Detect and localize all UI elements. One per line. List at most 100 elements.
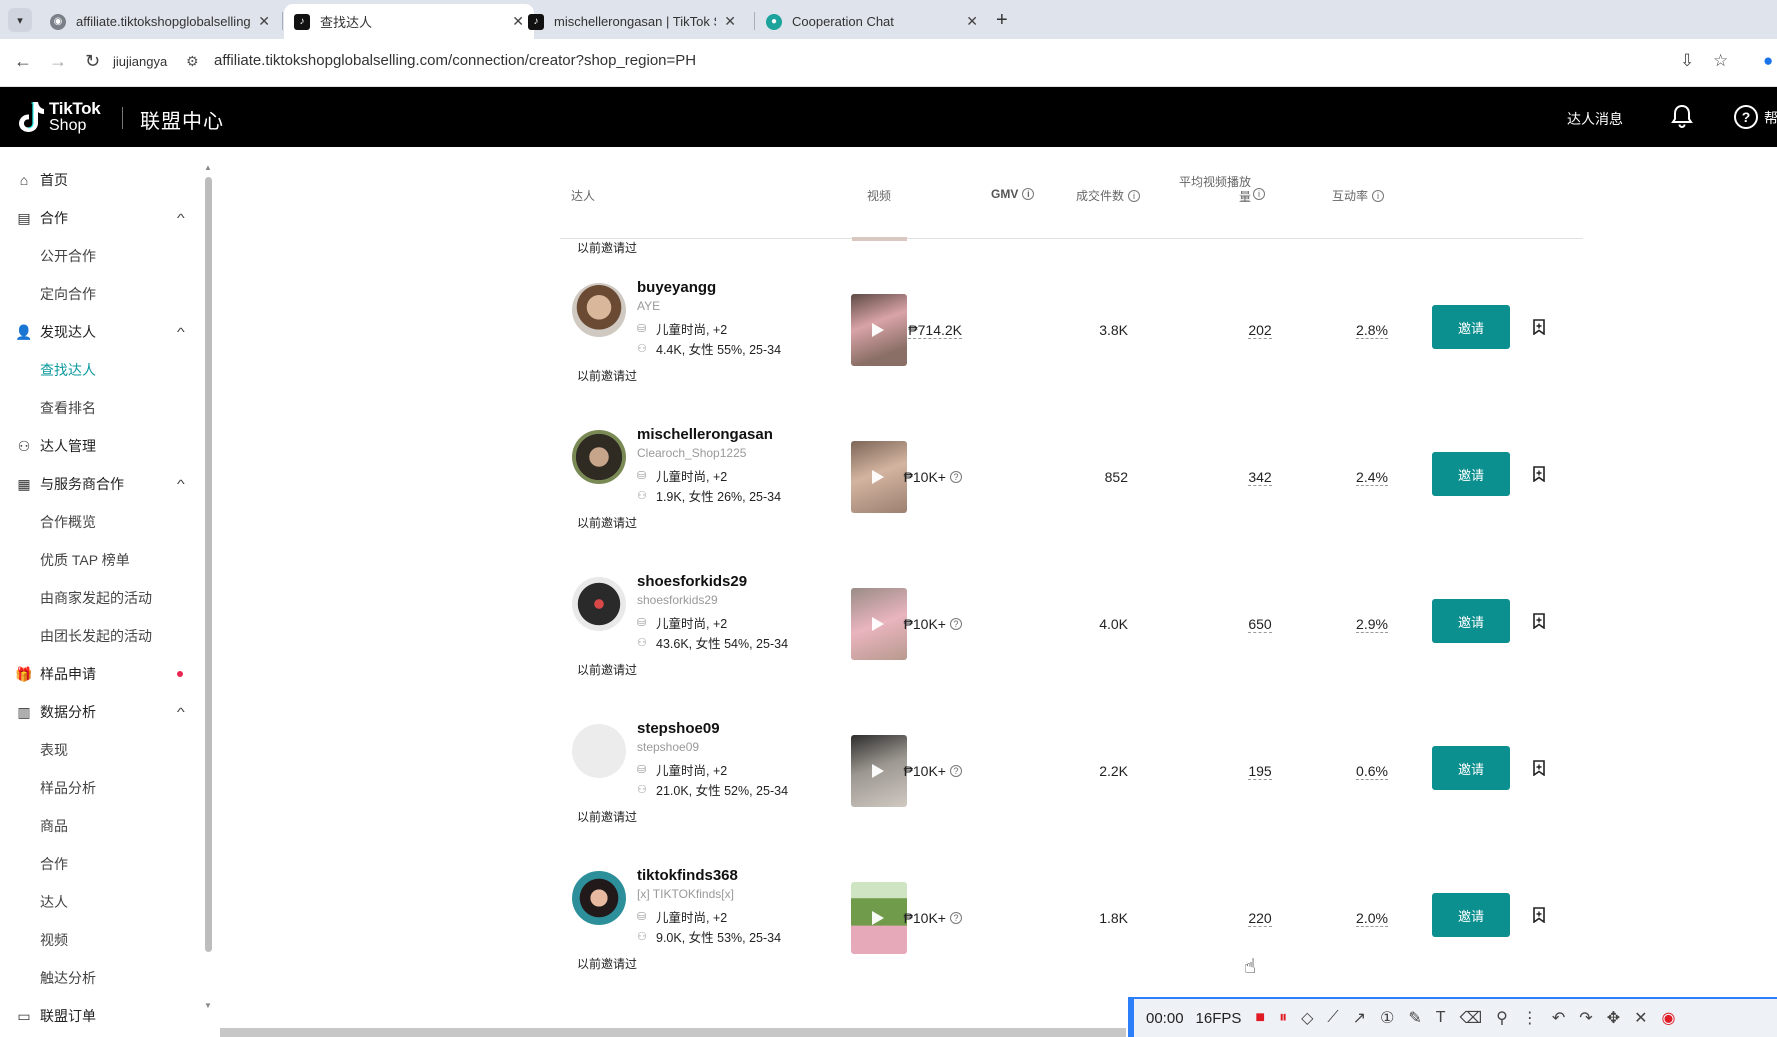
invite-button[interactable]: 邀请 — [1432, 599, 1510, 643]
creator-name[interactable]: buyeyangg — [637, 279, 716, 296]
invite-button[interactable]: 邀请 — [1432, 893, 1510, 937]
horizontal-scrollbar[interactable] — [220, 1028, 1126, 1037]
sidebar-item-seller-campaigns[interactable]: 由商家发起的活动 — [0, 579, 200, 617]
bookmark-icon[interactable] — [1532, 466, 1546, 482]
install-icon[interactable]: ⇩ — [1680, 51, 1694, 71]
sidebar-item-cooperation-overview[interactable]: 合作概览 — [0, 503, 200, 541]
creator-name[interactable]: stepshoe09 — [637, 720, 720, 737]
sidebar-item-leader-campaigns[interactable]: 由团长发起的活动 — [0, 617, 200, 655]
more-icon[interactable]: ⋮ — [1522, 1008, 1538, 1028]
extension-icon[interactable]: ● — [1763, 51, 1773, 71]
sidebar-item-discover-creators[interactable]: 👤 发现达人 ^ — [0, 313, 200, 351]
avatar[interactable] — [572, 724, 626, 778]
new-tab-button[interactable]: + — [996, 9, 1008, 32]
sidebar-item-home[interactable]: ⌂ 首页 — [0, 161, 200, 199]
chevron-up-icon[interactable]: ^ — [177, 325, 185, 339]
avatar[interactable] — [572, 430, 626, 484]
column-engagement[interactable]: 互动率 i — [1332, 187, 1385, 204]
profile-name[interactable]: jiujiangya — [113, 54, 167, 69]
eraser-icon[interactable]: ⌫ — [1460, 1008, 1483, 1028]
move-icon[interactable]: ✥ — [1607, 1008, 1620, 1028]
info-icon[interactable]: ? — [950, 912, 962, 924]
column-gmv[interactable]: GMV i — [991, 187, 1035, 201]
creator-name[interactable]: mischellerongasan — [637, 426, 773, 443]
video-thumbnail[interactable] — [851, 882, 907, 954]
close-icon[interactable]: ✕ — [724, 13, 736, 30]
prev-video-thumbnail[interactable] — [852, 237, 907, 241]
forward-icon[interactable]: → — [49, 51, 67, 72]
video-thumbnail[interactable] — [851, 588, 907, 660]
scroll-up-icon[interactable]: ▲ — [204, 163, 212, 172]
sidebar-item-tap-list[interactable]: 优质 TAP 榜单 — [0, 541, 200, 579]
pen-icon[interactable]: ✎ — [1408, 1008, 1421, 1028]
chevron-up-icon[interactable]: ^ — [177, 211, 185, 225]
info-icon[interactable]: ? — [950, 471, 962, 483]
browser-tab-3[interactable]: ♪ mischellerongasan | TikTok S ✕ — [518, 4, 746, 39]
help-icon[interactable]: ? — [1734, 105, 1758, 129]
sidebar-item-sample-requests[interactable]: 🎁 样品申请 — [0, 655, 200, 693]
shape-icon[interactable]: ◇ — [1301, 1008, 1313, 1028]
url-field[interactable]: affiliate.tiktokshopglobalselling.com/co… — [214, 52, 696, 69]
record-icon[interactable]: ◉ — [1662, 1008, 1676, 1028]
undo-icon[interactable]: ↶ — [1552, 1008, 1565, 1028]
sidebar-item-targeted-cooperation[interactable]: 定向合作 — [0, 275, 200, 313]
tiktok-shop-logo[interactable]: TikTok Shop — [15, 98, 111, 136]
sidebar-item-data-analysis[interactable]: ▥ 数据分析 ^ — [0, 693, 200, 731]
info-icon[interactable]: i — [1372, 189, 1385, 202]
arrow-icon[interactable]: ↗ — [1353, 1008, 1366, 1028]
close-icon[interactable]: ✕ — [258, 13, 270, 30]
scroll-down-icon[interactable]: ▼ — [204, 1001, 212, 1010]
number-icon[interactable]: ① — [1380, 1008, 1394, 1028]
column-avg-views[interactable]: 平均视频播放量 — [1173, 175, 1251, 205]
info-icon[interactable]: ? — [950, 765, 962, 777]
creator-messages-link[interactable]: 达人消息 — [1567, 109, 1623, 129]
text-icon[interactable]: T — [1436, 1009, 1446, 1027]
video-thumbnail[interactable] — [851, 735, 907, 807]
video-thumbnail[interactable] — [851, 441, 907, 513]
sidebar-item-creator-management[interactable]: ⚇ 达人管理 — [0, 427, 200, 465]
sidebar-item-performance[interactable]: 表现 — [0, 731, 200, 769]
polyline-icon[interactable]: ⟋ — [1327, 1009, 1338, 1027]
sidebar-item-rankings[interactable]: 查看排名 — [0, 389, 200, 427]
invite-button[interactable]: 邀请 — [1432, 305, 1510, 349]
video-thumbnail[interactable] — [851, 294, 907, 366]
pause-icon[interactable]: ⏸ — [1279, 1009, 1287, 1027]
avatar[interactable] — [572, 577, 626, 631]
sidebar-item-affiliate-orders[interactable]: ▭ 联盟订单 — [0, 997, 200, 1035]
bookmark-icon[interactable] — [1532, 613, 1546, 629]
browser-tab-1[interactable]: ◉ affiliate.tiktokshopglobalselling ✕ — [40, 4, 280, 39]
bookmark-icon[interactable] — [1532, 319, 1546, 335]
sidebar-item-creators-analysis[interactable]: 达人 — [0, 883, 200, 921]
highlight-icon[interactable]: ⚲ — [1496, 1008, 1508, 1028]
bookmark-icon[interactable] — [1532, 760, 1546, 776]
chevron-up-icon[interactable]: ^ — [177, 477, 185, 491]
star-icon[interactable]: ☆ — [1713, 51, 1728, 71]
info-icon[interactable]: i — [1022, 188, 1035, 200]
help-label[interactable]: 帮 — [1764, 108, 1777, 128]
sidebar-item-products[interactable]: 商品 — [0, 807, 200, 845]
browser-tab-4[interactable]: ● Cooperation Chat ✕ — [756, 4, 988, 39]
tab-search-icon[interactable]: ▾ — [8, 8, 32, 32]
invite-button[interactable]: 邀请 — [1432, 452, 1510, 496]
invite-button[interactable]: 邀请 — [1432, 746, 1510, 790]
sidebar-item-partner-cooperation[interactable]: ▦ 与服务商合作 ^ — [0, 465, 200, 503]
info-icon[interactable]: i — [1128, 189, 1141, 202]
creator-name[interactable]: tiktokfinds368 — [637, 867, 738, 884]
sidebar-item-find-creators[interactable]: 查找达人 — [0, 351, 200, 389]
creator-name[interactable]: shoesforkids29 — [637, 573, 747, 590]
avatar[interactable] — [572, 283, 626, 337]
back-icon[interactable]: ← — [14, 51, 32, 72]
info-icon[interactable]: i — [1253, 188, 1265, 200]
sidebar-item-reach-analysis[interactable]: 触达分析 — [0, 959, 200, 997]
sidebar-item-public-cooperation[interactable]: 公开合作 — [0, 237, 200, 275]
sidebar-item-cooperation[interactable]: ▤ 合作 ^ — [0, 199, 200, 237]
redo-icon[interactable]: ↷ — [1579, 1008, 1592, 1028]
reload-icon[interactable]: ↻ — [85, 51, 100, 72]
stop-icon[interactable]: ■ — [1255, 1009, 1265, 1027]
sidebar-item-sample-analysis[interactable]: 样品分析 — [0, 769, 200, 807]
sidebar-scrollbar[interactable] — [205, 177, 212, 952]
close-icon[interactable]: ✕ — [1634, 1008, 1647, 1028]
sidebar-item-videos[interactable]: 视频 — [0, 921, 200, 959]
column-sales[interactable]: 成交件数 i — [1076, 187, 1141, 204]
info-icon[interactable]: ? — [950, 618, 962, 630]
